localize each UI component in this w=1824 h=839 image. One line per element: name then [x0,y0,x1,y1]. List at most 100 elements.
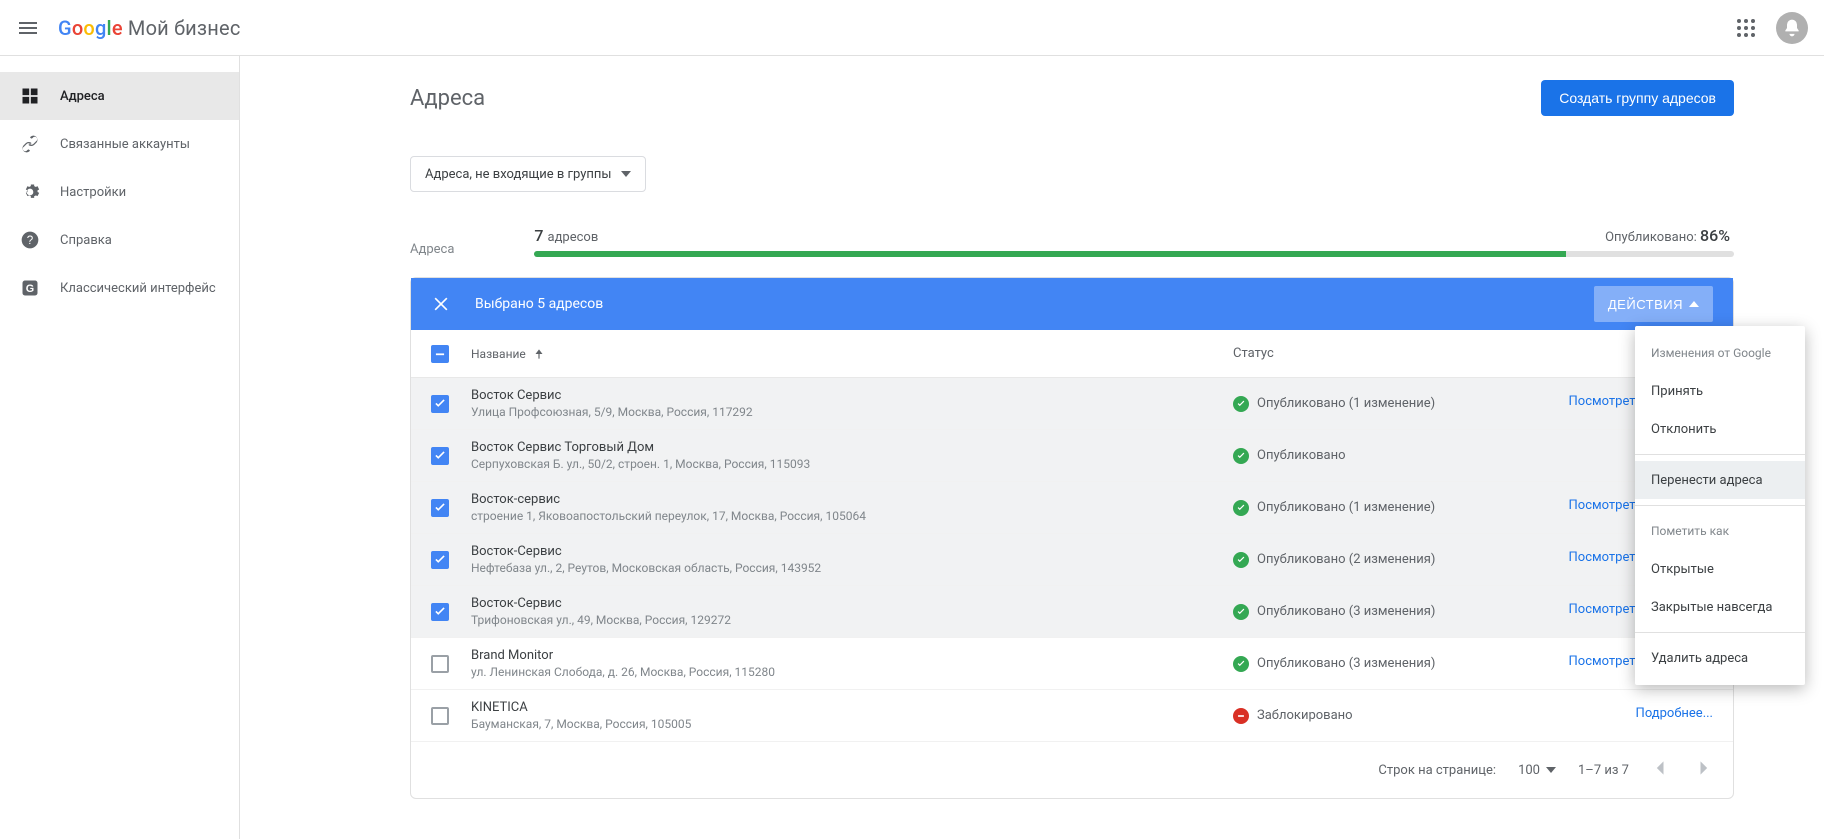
published-percent: 86% [1700,226,1730,245]
sidebar-label: Связанные аккаунты [60,137,190,152]
row-checkbox[interactable] [431,655,449,673]
locations-table: Выбрано 5 адресов ДЕЙСТВИЯ Изменения от … [410,277,1734,799]
row-action-link[interactable]: Подробнее... [1636,706,1713,721]
status-text: Опубликовано [1257,448,1346,463]
menu-item-transfer[interactable]: Перенести адреса [1635,461,1805,499]
sidebar-item-linked-accounts[interactable]: Связанные аккаунты [0,120,239,168]
sidebar-item-locations[interactable]: Адреса [0,72,239,120]
apps-icon[interactable] [1734,16,1758,40]
caret-down-icon [1546,765,1556,775]
row-address: Нефтебаза ул., 2, Реутов, Московская обл… [471,561,1233,575]
progress-bar [534,251,1734,257]
status-icon [1233,448,1249,464]
status-icon [1233,656,1249,672]
gear-icon [20,182,40,202]
grid-icon [20,86,40,106]
menu-item-accept[interactable]: Принять [1635,372,1805,410]
menu-item-delete[interactable]: Удалить адреса [1635,639,1805,677]
close-icon[interactable] [431,294,451,314]
row-address: Серпуховская Б. ул., 50/2, строен. 1, Мо… [471,457,1233,471]
account-avatar[interactable] [1776,12,1808,44]
row-address: Бауманская, 7, Москва, Россия, 105005 [471,717,1233,731]
actions-button[interactable]: ДЕЙСТВИЯ [1594,286,1713,322]
sidebar-label: Настройки [60,185,126,200]
app-logo[interactable]: Google Мой бизнес [58,16,240,40]
pagination-range: 1–7 из 7 [1578,763,1629,778]
status-icon [1233,500,1249,516]
count-value: 7 [534,226,543,245]
menu-header-google-changes: Изменения от Google [1635,334,1805,372]
sort-asc-icon [532,347,546,361]
row-checkbox[interactable] [431,395,449,413]
main-content: Адреса Создать группу адресов Адреса, не… [240,56,1824,839]
row-address: Улица Профсоюзная, 5/9, Москва, Россия, … [471,405,1233,419]
menu-separator [1635,505,1805,506]
row-checkbox[interactable] [431,499,449,517]
table-row[interactable]: Восток СервисУлица Профсоюзная, 5/9, Мос… [411,378,1733,430]
published-label: Опубликовано: [1605,230,1697,245]
column-name[interactable]: Название [471,347,1233,361]
row-checkbox[interactable] [431,603,449,621]
help-icon: ? [20,230,40,250]
create-group-button[interactable]: Создать группу адресов [1541,80,1734,116]
table-row[interactable]: Восток Сервис Торговый Дом Серпуховская Б… [411,430,1733,482]
status-text: Опубликовано (1 изменение) [1257,396,1435,411]
menu-header-mark-as: Пометить как [1635,512,1805,550]
rows-per-page-label: Строк на странице: [1378,763,1496,778]
sidebar-label: Справка [60,233,112,248]
google-g-icon: G [20,278,40,298]
link-icon [20,134,40,154]
select-all-checkbox[interactable] [431,345,449,363]
status-text: Опубликовано (3 изменения) [1257,604,1435,619]
menu-item-reject[interactable]: Отклонить [1635,410,1805,448]
sidebar-label: Классический интерфейс [60,281,216,296]
status-text: Опубликовано (3 изменения) [1257,656,1435,671]
sidebar-item-classic[interactable]: G Классический интерфейс [0,264,239,312]
row-name: Восток Сервис Торговый Дом [471,440,1233,455]
menu-icon[interactable] [16,16,40,40]
status-text: Опубликовано (2 изменения) [1257,552,1435,567]
menu-item-closed[interactable]: Закрытые навсегда [1635,588,1805,626]
group-filter-dropdown[interactable]: Адреса, не входящие в группы [410,156,646,192]
rows-per-page-select[interactable]: 100 [1518,763,1556,778]
row-name: Восток-сервис [471,492,1233,507]
row-name: KINETICA [471,700,1233,715]
selection-text: Выбрано 5 адресов [475,296,603,312]
table-header: Название Статус [411,330,1733,378]
next-page-button[interactable] [1693,758,1713,782]
stats-side-label: Адреса [410,242,454,257]
status-icon [1233,604,1249,620]
table-footer: Строк на странице: 100 1–7 из 7 [411,742,1733,798]
prev-page-button[interactable] [1651,758,1671,782]
status-icon [1233,708,1249,724]
menu-item-open[interactable]: Открытые [1635,550,1805,588]
table-row[interactable]: Восток-сервис строение 1, Яковоапостольск… [411,482,1733,534]
row-address: ул. Ленинская Слобода, д. 26, Москва, Ро… [471,665,1233,679]
table-row[interactable]: Восток-СервисТрифоновская ул., 49, Москв… [411,586,1733,638]
actions-label: ДЕЙСТВИЯ [1608,297,1683,312]
menu-separator [1635,454,1805,455]
row-checkbox[interactable] [431,551,449,569]
actions-menu: Изменения от Google Принять Отклонить Пе… [1635,326,1805,685]
row-checkbox[interactable] [431,447,449,465]
selection-bar: Выбрано 5 адресов ДЕЙСТВИЯ Изменения от … [411,278,1733,330]
status-text: Опубликовано (1 изменение) [1257,500,1435,515]
table-row[interactable]: Brand Monitor ул. Ленинская Слобода, д. 2… [411,638,1733,690]
sidebar-item-settings[interactable]: Настройки [0,168,239,216]
sidebar-item-help[interactable]: ? Справка [0,216,239,264]
column-status[interactable]: Статус [1233,346,1493,361]
top-bar: Google Мой бизнес [0,0,1824,56]
page-title: Адреса [410,86,485,111]
table-row[interactable]: KINETICA Бауманская, 7, Москва, Россия, 1… [411,690,1733,742]
status-icon [1233,552,1249,568]
row-checkbox[interactable] [431,707,449,725]
svg-text:G: G [26,283,34,295]
product-name: Мой бизнес [128,16,241,40]
status-icon [1233,396,1249,412]
row-name: Восток-Сервис [471,596,1233,611]
row-name: Brand Monitor [471,648,1233,663]
table-row[interactable]: Восток-СервисНефтебаза ул., 2, Реутов, М… [411,534,1733,586]
menu-separator [1635,632,1805,633]
row-address: строение 1, Яковоапостольский переулок, … [471,509,1233,523]
caret-down-icon [621,169,631,179]
